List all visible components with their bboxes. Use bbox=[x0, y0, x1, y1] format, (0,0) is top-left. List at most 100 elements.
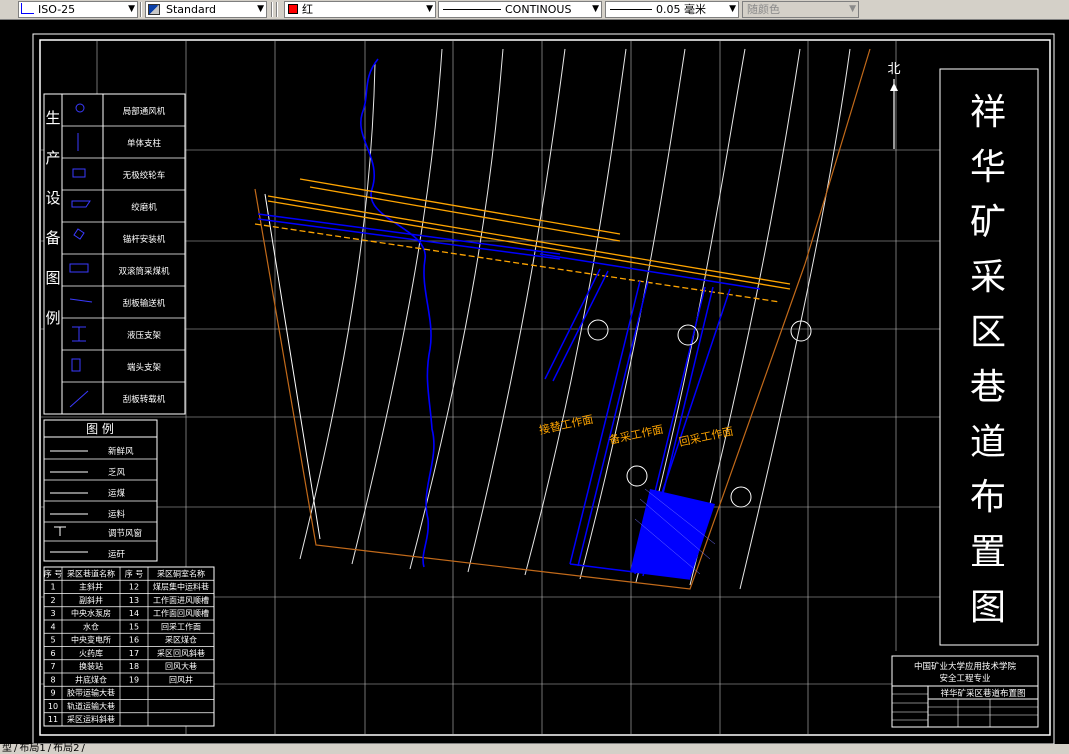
roadway-table-cell: 轨道运输大巷 bbox=[67, 701, 115, 711]
boundary-line bbox=[264, 193, 321, 540]
plotstyle-value: 随颜色 bbox=[747, 3, 780, 16]
roadway-table-header: 序 号 bbox=[44, 568, 63, 578]
equipment-label: 无极绞轮车 bbox=[123, 170, 166, 181]
roadway-table: 序 号采区巷道名称序 号 采区硐室名称 1 主斜井 12 煤层集中运料巷 2 副斜井 13 工作面… bbox=[43, 566, 215, 727]
roadway-table-cell: 工作面回风顺槽 bbox=[153, 608, 209, 618]
equipment-label: 绞磨机 bbox=[131, 202, 157, 213]
title-char: 华 bbox=[970, 147, 1006, 188]
equipment-label: 锚杆安装机 bbox=[123, 234, 166, 245]
equipment-legend-char: 例 bbox=[45, 309, 60, 327]
plotstyle-dropdown[interactable]: 随颜色 ▼ bbox=[742, 1, 859, 18]
roadway-table-cell: 副斜井 bbox=[79, 595, 103, 605]
roadway-table-cell: 17 bbox=[129, 649, 139, 658]
tab-layout2[interactable]: 布局2 bbox=[51, 744, 81, 754]
color-dropdown[interactable]: 红 ▼ bbox=[284, 1, 436, 18]
layout-tabs: 型 / 布局1/布局2/ bbox=[0, 744, 1069, 754]
roadway-table-cell: 工作面进风顺槽 bbox=[153, 595, 209, 605]
equipment-legend-char: 生 bbox=[45, 109, 60, 127]
toolbar-separator bbox=[140, 2, 142, 17]
color-value: 红 bbox=[302, 3, 313, 16]
chevron-down-icon: ▼ bbox=[257, 4, 264, 14]
roadway-table-cell: 10 bbox=[48, 702, 58, 711]
roadway-table-cell: 回风井 bbox=[169, 674, 193, 684]
title-char: 巷 bbox=[970, 367, 1006, 408]
title-char: 祥 bbox=[970, 92, 1006, 133]
roadway-table-cell: 主斜井 bbox=[79, 582, 103, 592]
title-char: 布 bbox=[970, 477, 1006, 518]
roadway-table-cell: 中央变电所 bbox=[71, 635, 111, 645]
properties-toolbar: ISO-25 ▼ Standard ▼ 红 ▼ CONTINOUS ▼ 0.05… bbox=[0, 0, 1069, 20]
title-char: 区 bbox=[970, 312, 1006, 353]
equipment-label: 单体支柱 bbox=[127, 138, 162, 149]
roadway-table-cell: 回采工作面 bbox=[161, 621, 201, 631]
chevron-down-icon: ▼ bbox=[128, 4, 135, 14]
chevron-down-icon: ▼ bbox=[849, 4, 856, 14]
roadway-table-cell: 6 bbox=[50, 649, 55, 658]
roadway-table-cell: 5 bbox=[50, 636, 55, 645]
goaf-area bbox=[630, 488, 716, 579]
chevron-down-icon: ▼ bbox=[592, 4, 599, 14]
equipment-legend-char: 图 bbox=[45, 269, 60, 287]
chevron-down-icon: ▼ bbox=[426, 4, 433, 14]
title-char: 道 bbox=[970, 422, 1006, 463]
color-swatch bbox=[288, 4, 298, 14]
dimstyle-value: ISO-25 bbox=[38, 3, 76, 16]
title-char: 采 bbox=[970, 257, 1006, 298]
boundary-line bbox=[804, 48, 871, 265]
flow-legend-title: 图 例 bbox=[86, 422, 114, 436]
roadway-table-cell: 胶带运输大巷 bbox=[67, 688, 115, 698]
title-block: 中国矿业大学应用技术学院 安全工程专业 祥华矿采区巷道布置图 bbox=[891, 655, 1039, 728]
equipment-label: 双滚筒采煤机 bbox=[118, 266, 170, 277]
linetype-sample bbox=[443, 9, 501, 10]
flow-legend-label: 运料 bbox=[108, 509, 126, 520]
equipment-label: 局部通风机 bbox=[123, 106, 166, 117]
toolbar-separator bbox=[276, 2, 278, 17]
flow-legend-label: 调节风窗 bbox=[108, 528, 142, 539]
school-name: 中国矿业大学应用技术学院 bbox=[914, 661, 1017, 672]
flow-legend-label: 运煤 bbox=[108, 488, 126, 499]
roadway-table-cell: 16 bbox=[129, 636, 139, 645]
equipment-legend-char: 产 bbox=[45, 149, 60, 167]
roadway-table-cell: 18 bbox=[129, 662, 139, 671]
roadway-table-cell: 9 bbox=[50, 689, 55, 698]
drawing-canvas[interactable]: 接替工作面 备采工作面 回采工作面 生 产 设 备 图 例 局部通风机 单体支柱无… bbox=[0, 19, 1069, 745]
roadway-table-cell: 13 bbox=[129, 596, 139, 605]
north-arrow: 北 bbox=[887, 62, 901, 149]
equipment-label: 刮板输送机 bbox=[123, 298, 166, 309]
roadway-table-cell: 7 bbox=[50, 662, 55, 671]
textstyle-icon bbox=[148, 4, 160, 15]
roadway-table-cell: 火药库 bbox=[79, 648, 103, 658]
drawing-name: 祥华矿采区巷道布置图 bbox=[940, 688, 1025, 699]
major-name: 安全工程专业 bbox=[939, 673, 990, 684]
roadway-table-cell: 1 bbox=[50, 583, 55, 592]
work-face-label: 备采工作面 bbox=[608, 422, 665, 447]
textstyle-value: Standard bbox=[166, 3, 217, 16]
orange-roadways bbox=[254, 178, 791, 303]
equipment-legend-char: 备 bbox=[45, 229, 60, 247]
roadway-table-cell: 采区运料斜巷 bbox=[67, 714, 115, 724]
roadway-table-cell: 井底煤仓 bbox=[75, 674, 107, 684]
roadway-table-cell: 采区回风斜巷 bbox=[157, 648, 205, 658]
chevron-down-icon: ▼ bbox=[729, 4, 736, 14]
tab-model[interactable]: 型 bbox=[0, 744, 14, 754]
roadway-table-cell: 11 bbox=[48, 715, 58, 724]
linetype-value: CONTINOUS bbox=[505, 3, 572, 16]
equipment-label: 液压支架 bbox=[127, 330, 162, 341]
dimstyle-dropdown[interactable]: ISO-25 ▼ bbox=[18, 1, 138, 18]
tab-layout1[interactable]: 布局1 bbox=[17, 744, 47, 754]
linetype-dropdown[interactable]: CONTINOUS ▼ bbox=[438, 1, 602, 18]
lineweight-sample bbox=[610, 9, 652, 10]
toolbar-separator bbox=[271, 2, 273, 17]
roadway-table-cell: 水仓 bbox=[83, 621, 99, 631]
roadway-table-cell: 3 bbox=[50, 609, 55, 618]
work-face-label: 回采工作面 bbox=[678, 425, 735, 449]
roadway-table-cell: 8 bbox=[50, 675, 55, 684]
flow-legend-label: 新鲜风 bbox=[108, 446, 134, 457]
flow-legend-label: 乏风 bbox=[108, 468, 126, 478]
equipment-label: 端头支架 bbox=[127, 362, 162, 373]
roadway-table-cell: 中央水泵房 bbox=[71, 608, 111, 618]
textstyle-dropdown[interactable]: Standard ▼ bbox=[145, 1, 267, 18]
lineweight-dropdown[interactable]: 0.05 毫米 ▼ bbox=[605, 1, 739, 18]
equipment-legend: 生 产 设 备 图 例 局部通风机单体支柱无极绞轮车绞磨机锚杆安装机双滚筒采煤机… bbox=[43, 93, 186, 415]
roadway-table-cell: 4 bbox=[50, 622, 55, 631]
